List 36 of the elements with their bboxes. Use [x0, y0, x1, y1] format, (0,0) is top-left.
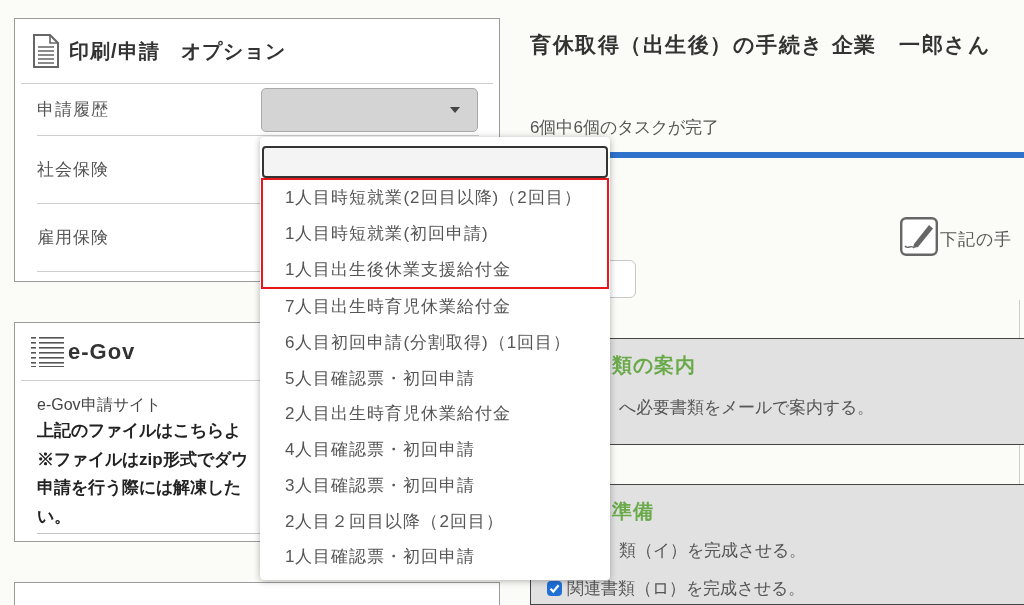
dropdown-option[interactable]: 2人目出生時育児休業給付金: [261, 396, 609, 432]
field-label: 雇用保険: [37, 228, 109, 247]
note-line: 申請を行う際には解凍した: [37, 477, 241, 500]
checkbox-label: 関連書類（ロ）を完成させる。: [567, 577, 805, 600]
document-icon: [33, 34, 59, 68]
search-field[interactable]: [262, 146, 608, 178]
site-label: e-Gov申請サイト: [37, 395, 161, 415]
field-label: 社会保険: [37, 160, 109, 179]
dropdown-option[interactable]: 5人目確認票・初回申請: [261, 360, 609, 397]
dropdown-option[interactable]: 6人目初回申請(分割取得)（1回目）: [261, 324, 609, 361]
dropdown-option[interactable]: 1人目時短就業(2回目以降)（2回目）: [263, 180, 607, 216]
progress-label: 6個中6個のタスクが完了: [530, 117, 719, 139]
step-title: 類の案内: [612, 353, 696, 378]
select-field[interactable]: [261, 87, 478, 132]
field-label: 申請履歴: [37, 100, 109, 119]
card-title: 印刷/申請 オプション: [69, 38, 286, 64]
dropdown-option[interactable]: 1人目出生後休業支援給付金: [263, 251, 607, 288]
page-title: 育休取得（出生後）の手続き 企業 一郎さん: [530, 32, 992, 58]
dropdown-option[interactable]: 7人目出生時育児休業給付金: [261, 289, 609, 325]
step-text: 類（イ）を完成させる。: [619, 540, 806, 562]
list-icon: [31, 336, 64, 367]
step-text: へ必要書類をメールで案内する。: [619, 397, 874, 419]
note-line: 上記のファイルはこちらよ: [37, 420, 241, 442]
step-title: 準備: [612, 499, 654, 524]
note-line: い。: [37, 506, 71, 529]
dropdown-option[interactable]: 3人目確認票・初回申請: [261, 467, 609, 504]
dropdown-option[interactable]: 2人目２回目以降（2回目）: [261, 503, 609, 539]
dropdown-option[interactable]: 4人目確認票・初回申請: [261, 431, 609, 468]
instruction-text: 下記の手: [940, 229, 1012, 251]
checkbox[interactable]: [547, 580, 562, 596]
dropdown-option[interactable]: 1人目時短就業(初回申請): [263, 215, 607, 252]
caret-icon: [450, 106, 460, 113]
pencil-icon[interactable]: [900, 217, 938, 256]
card-title: e-Gov: [68, 338, 136, 365]
dropdown-option[interactable]: 1人目確認票・初回申請: [261, 538, 609, 575]
note-line: ※ファイルはzip形式でダウ: [37, 448, 248, 471]
